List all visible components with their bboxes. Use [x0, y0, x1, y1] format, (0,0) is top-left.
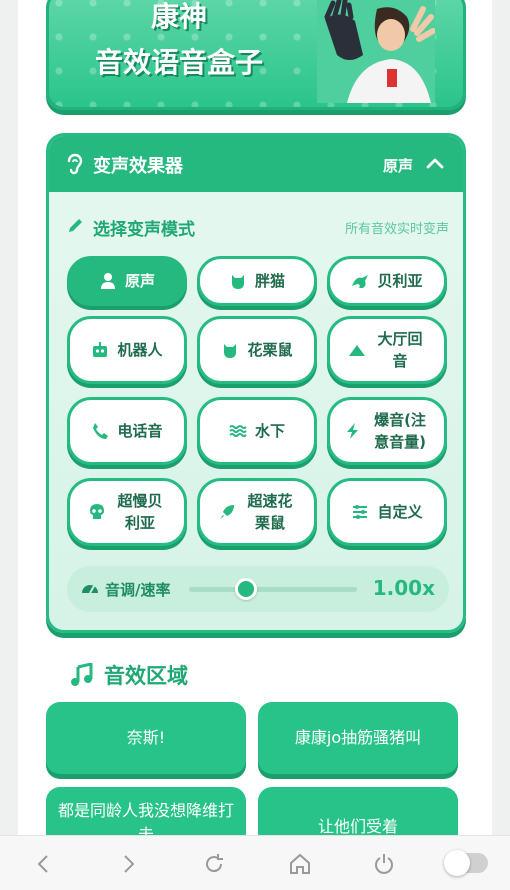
banner-title-line2: 音效语音盒子 — [94, 46, 263, 79]
mode-button-fast-chipmunk[interactable]: 超速花栗鼠 — [197, 478, 317, 546]
toggle-knob — [444, 850, 470, 876]
mode-button-telephone[interactable]: 电话音 — [67, 397, 187, 465]
mode-button-chipmunk[interactable]: 花栗鼠 — [197, 316, 317, 384]
mountain-icon — [349, 345, 365, 356]
mode-label: 爆音(注意音量) — [374, 411, 426, 451]
skull-icon — [90, 504, 104, 519]
pencil-icon — [69, 219, 82, 232]
ear-icon — [67, 153, 83, 175]
header-banner: 康神 音效语音盒子 — [46, 0, 466, 110]
mode-label: 胖猫 — [254, 272, 285, 290]
mode-select-label: 选择变声模式 — [93, 220, 195, 240]
sound-button[interactable]: 康康jo抽筋骚猪叫 — [258, 702, 458, 774]
mode-label: 贝利亚 — [377, 272, 423, 290]
bolt-icon — [347, 423, 358, 439]
mode-label: 花栗鼠 — [247, 341, 293, 359]
mode-button-distortion[interactable]: 爆音(注意音量) — [327, 397, 447, 465]
chevron-up-icon[interactable] — [425, 154, 445, 174]
mode-label: 大厅回音 — [377, 330, 423, 370]
pitch-control: 音调/速率 1.00x — [67, 566, 449, 612]
current-mode-label: 原声 — [382, 157, 413, 175]
sound-area-title: 音效区域 — [104, 664, 188, 688]
banner-person-photo — [317, 0, 435, 103]
cat-icon — [224, 344, 237, 358]
pitch-slider-track[interactable] — [189, 587, 357, 592]
banner-title-line1: 康神 — [150, 0, 207, 33]
mode-button-slow-belial[interactable]: 超慢贝利亚 — [67, 478, 187, 546]
person-icon — [100, 273, 115, 289]
music-note-icon — [71, 663, 93, 686]
back-icon[interactable] — [32, 852, 56, 876]
mode-label: 机器人 — [117, 341, 163, 359]
sliders-icon — [353, 505, 368, 519]
pitch-slider-thumb[interactable] — [235, 578, 258, 600]
voice-changer-panel: 变声效果器 原声 选择变声模式 所有音效实时变声 原声 胖猫 贝利亚 机器人 花… — [46, 133, 466, 633]
sound-button[interactable]: 让他们受着 — [258, 787, 458, 835]
robot-icon — [93, 342, 108, 357]
forward-icon[interactable] — [116, 852, 140, 876]
reload-icon[interactable] — [202, 852, 226, 876]
mode-button-fat-cat[interactable]: 胖猫 — [197, 256, 317, 306]
cat-icon — [231, 275, 244, 289]
mode-label: 原声 — [124, 272, 155, 290]
phone-icon — [93, 423, 109, 439]
mode-label: 电话音 — [117, 422, 163, 440]
mode-select-row: 选择变声模式 所有音效实时变声 — [67, 214, 449, 240]
mode-button-hall-echo[interactable]: 大厅回音 — [327, 316, 447, 384]
toggle-switch[interactable] — [444, 850, 488, 876]
realtime-hint: 所有音效实时变声 — [344, 222, 449, 237]
mode-button-underwater[interactable]: 水下 — [197, 397, 317, 465]
mode-button-custom[interactable]: 自定义 — [327, 478, 447, 546]
mode-label: 水下 — [254, 422, 285, 440]
mode-button-belial[interactable]: 贝利亚 — [327, 256, 447, 306]
mode-label: 超慢贝利亚 — [117, 492, 163, 532]
voice-changer-header[interactable]: 变声效果器 原声 — [49, 136, 463, 192]
pitch-label: 音调/速率 — [105, 581, 171, 599]
rocket-icon — [220, 505, 234, 519]
browser-nav-bar — [0, 835, 510, 890]
sound-button[interactable]: 都是同龄人我没想降维打击 — [46, 787, 246, 835]
power-icon[interactable] — [372, 852, 396, 876]
dragon-icon — [352, 275, 369, 288]
mode-label: 超速花栗鼠 — [247, 492, 293, 532]
water-icon — [229, 425, 247, 437]
mode-button-original[interactable]: 原声 — [67, 256, 187, 306]
mode-label: 自定义 — [377, 503, 423, 521]
gauge-icon — [82, 585, 98, 594]
sound-button[interactable]: 奈斯! — [46, 702, 246, 774]
mode-button-robot[interactable]: 机器人 — [67, 316, 187, 384]
voice-changer-title: 变声效果器 — [93, 156, 183, 177]
pitch-value: 1.00x — [372, 576, 435, 600]
home-icon[interactable] — [288, 852, 312, 876]
app-page: 康神 音效语音盒子 变声效果器 原声 选择变声模式 所有音效实时变声 原声 胖猫… — [18, 0, 492, 835]
